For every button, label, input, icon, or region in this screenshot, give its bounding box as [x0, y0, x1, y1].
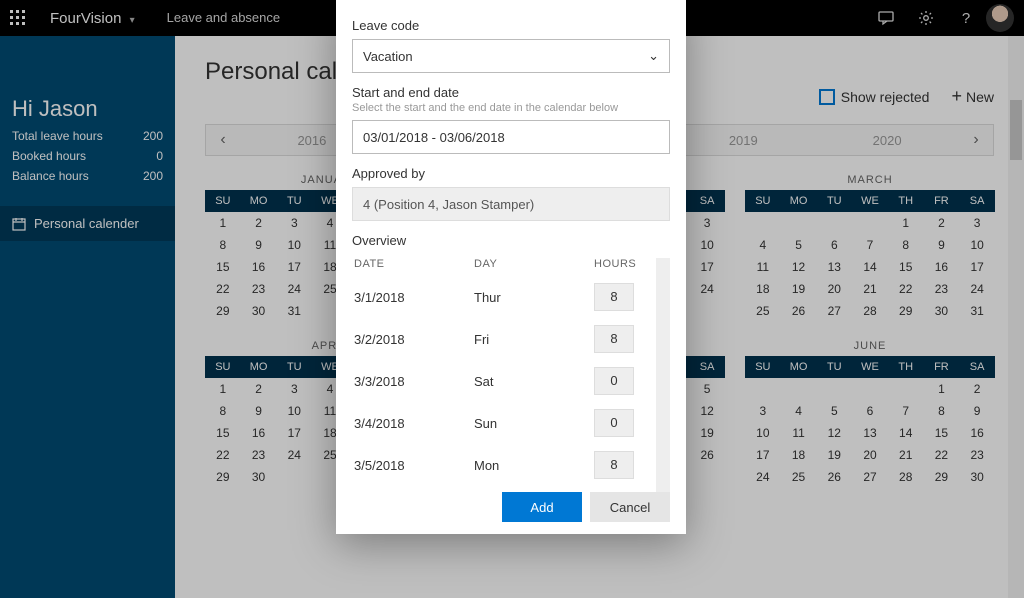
dates-label: Start and end date: [352, 85, 670, 100]
dates-sublabel: Select the start and the end date in the…: [352, 102, 670, 114]
add-button[interactable]: Add: [502, 492, 582, 522]
overview-table: DATE DAY HOURS 3/1/2018Thur83/2/2018Fri8…: [352, 258, 670, 492]
ov-date: 3/3/2018: [354, 374, 474, 389]
ov-day: Sat: [474, 374, 594, 389]
overview-row: 3/4/2018Sun0: [352, 402, 656, 444]
ov-date: 3/5/2018: [354, 458, 474, 473]
overview-label: Overview: [352, 233, 670, 248]
leave-request-modal: Leave code Vacation ⌄ Start and end date…: [336, 0, 686, 534]
approved-by-value: 4 (Position 4, Jason Stamper): [363, 197, 534, 212]
ov-hours-input[interactable]: 8: [594, 325, 634, 353]
chevron-down-icon: ⌄: [648, 48, 659, 64]
overview-row: 3/1/2018Thur8: [352, 276, 656, 318]
col-hours: HOURS: [594, 258, 654, 270]
ov-day: Fri: [474, 332, 594, 347]
col-day: DAY: [474, 258, 594, 270]
col-date: DATE: [354, 258, 474, 270]
cancel-button[interactable]: Cancel: [590, 492, 670, 522]
ov-hours-input[interactable]: 8: [594, 451, 634, 479]
ov-day: Thur: [474, 290, 594, 305]
ov-date: 3/1/2018: [354, 290, 474, 305]
ov-hours-input[interactable]: 0: [594, 409, 634, 437]
approved-by-label: Approved by: [352, 166, 670, 181]
approved-by-field: 4 (Position 4, Jason Stamper): [352, 187, 670, 221]
overview-row: 3/2/2018Fri8: [352, 318, 656, 360]
leave-code-value: Vacation: [363, 49, 413, 64]
ov-date: 3/4/2018: [354, 416, 474, 431]
leave-code-label: Leave code: [352, 18, 670, 33]
ov-hours-input[interactable]: 0: [594, 367, 634, 395]
ov-day: Sun: [474, 416, 594, 431]
date-range-input[interactable]: 03/01/2018 - 03/06/2018: [352, 120, 670, 154]
ov-hours-input[interactable]: 8: [594, 283, 634, 311]
leave-code-select[interactable]: Vacation ⌄: [352, 39, 670, 73]
ov-day: Mon: [474, 458, 594, 473]
overview-row: 3/5/2018Mon8: [352, 444, 656, 486]
overview-row: 3/3/2018Sat0: [352, 360, 656, 402]
ov-date: 3/2/2018: [354, 332, 474, 347]
overview-scrollbar[interactable]: [658, 266, 670, 436]
date-range-value: 03/01/2018 - 03/06/2018: [363, 130, 505, 145]
